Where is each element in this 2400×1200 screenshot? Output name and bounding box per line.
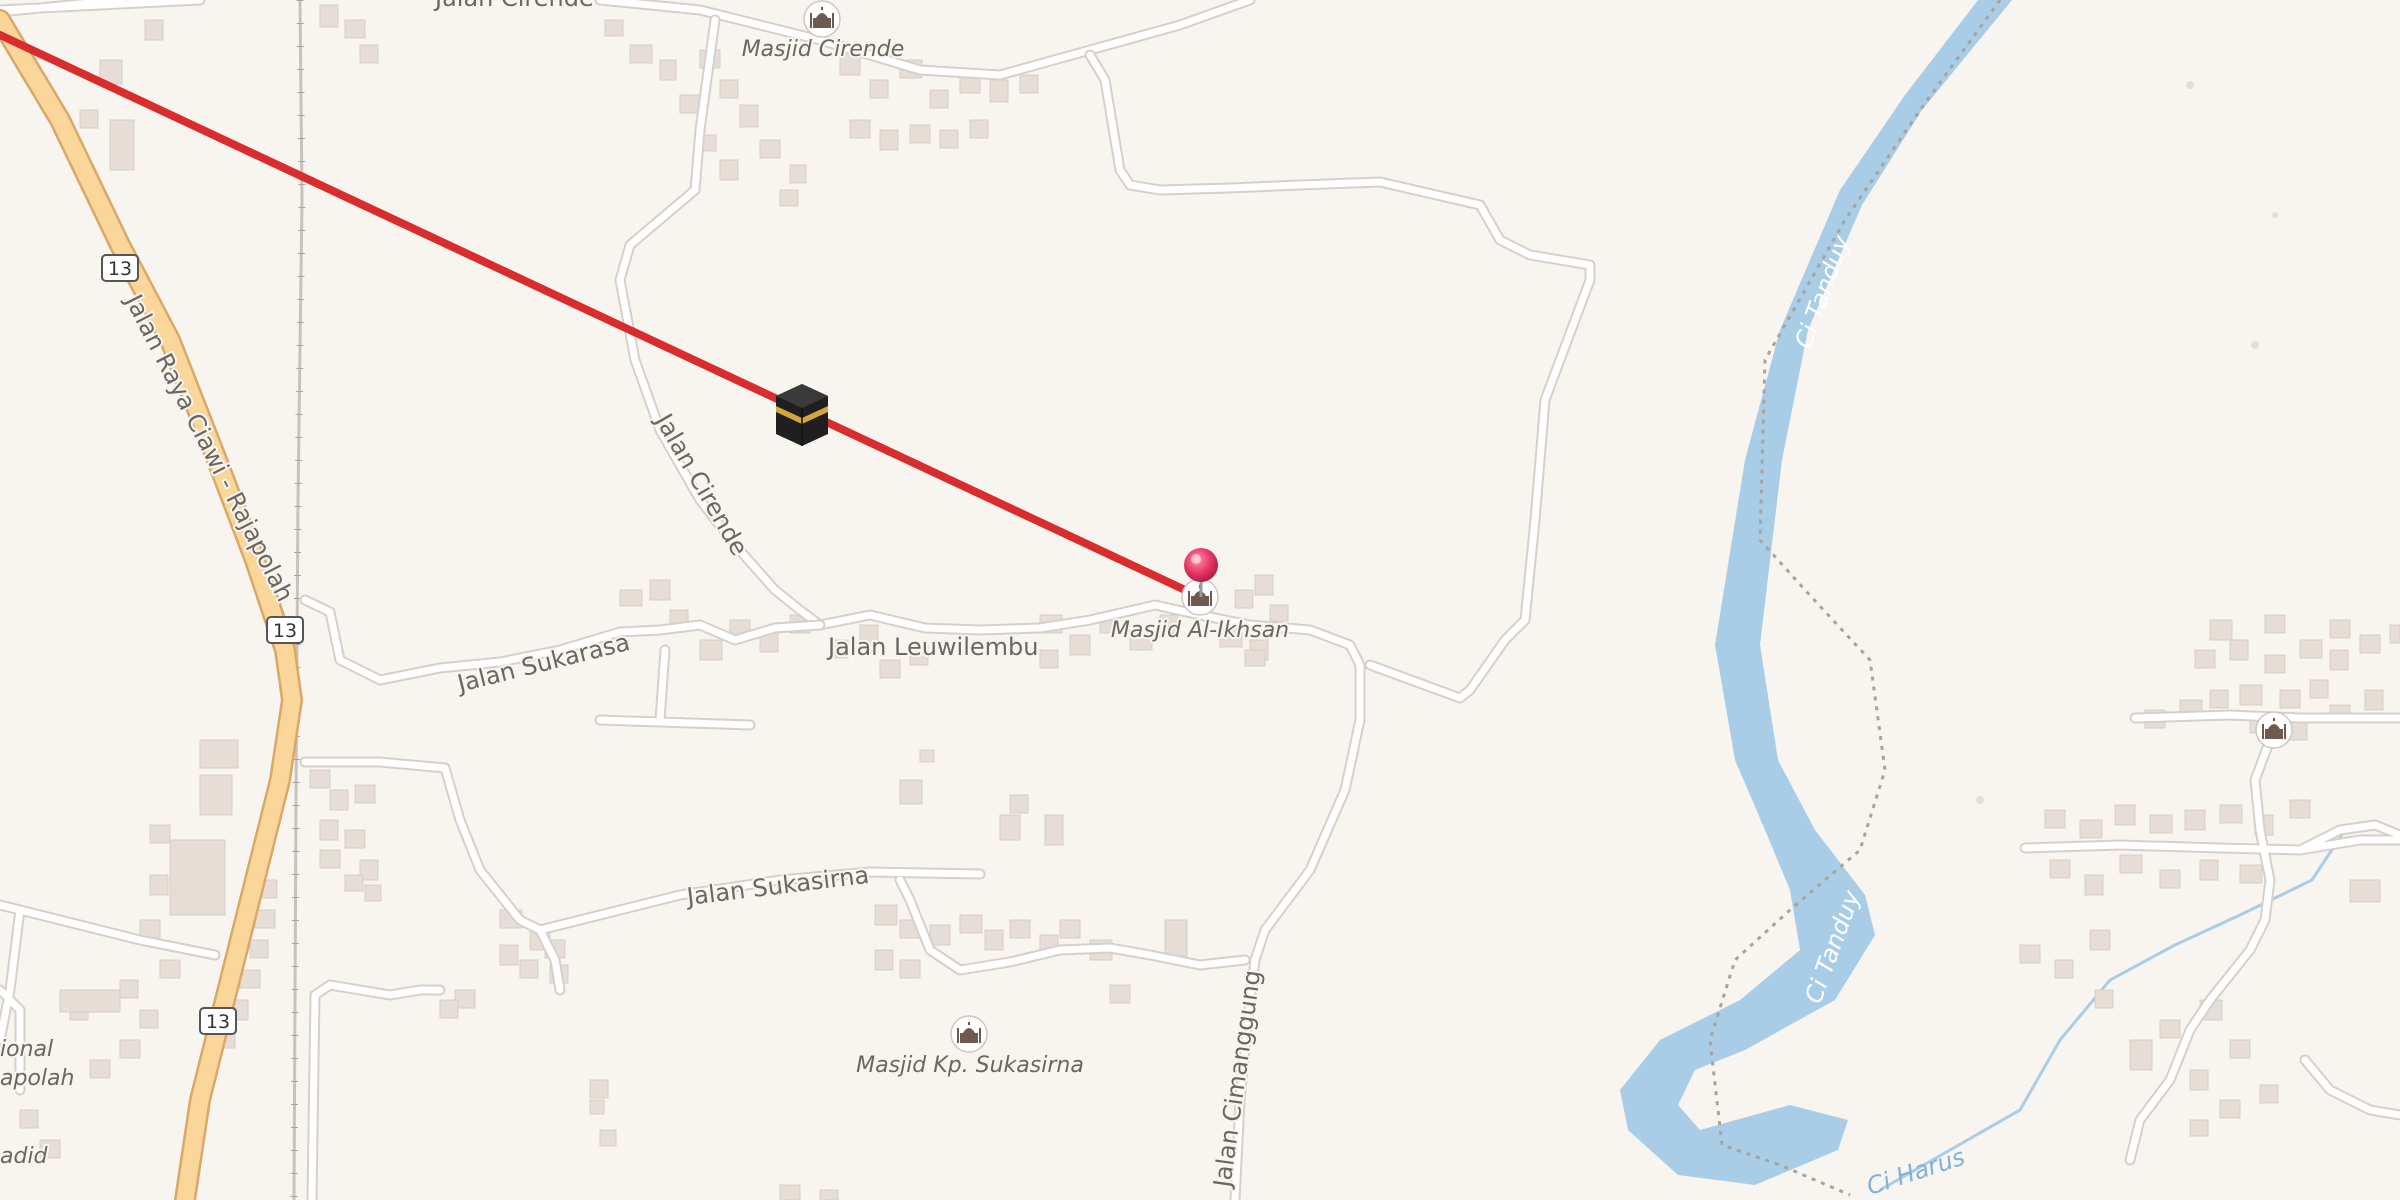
poi-label-masjid-cirende[interactable]: Masjid Cirende xyxy=(740,35,907,64)
mosque-icon[interactable] xyxy=(950,1015,988,1053)
mosque-icon[interactable] xyxy=(2255,711,2293,749)
map-canvas[interactable]: 13 13 13 Jalan Raya Ciawi - Rajapolah Ja… xyxy=(0,0,2400,1200)
svg-text:13: 13 xyxy=(206,1011,230,1033)
map-dot xyxy=(1976,796,1984,804)
route-shield: 13 xyxy=(266,616,304,644)
map-dot xyxy=(2272,212,2278,218)
map-dot xyxy=(2186,81,2194,89)
map-dot xyxy=(2251,341,2259,349)
poi-label-masjid-al-ikhsan[interactable]: Masjid Al-Ikhsan xyxy=(1109,616,1291,645)
route-shield: 13 xyxy=(101,254,139,282)
mosque-icon[interactable] xyxy=(803,0,841,38)
route-shield: 13 xyxy=(199,1007,237,1035)
svg-text:13: 13 xyxy=(273,620,297,642)
svg-text:13: 13 xyxy=(108,258,132,280)
kaaba-icon[interactable] xyxy=(776,384,828,446)
partial-place-label: apolah xyxy=(0,1066,74,1091)
poi-label-masjid-kp-sukasirna[interactable]: Masjid Kp. Sukasirna xyxy=(854,1051,1086,1080)
road-label-jalan-leuwilembu: Jalan Leuwilembu xyxy=(826,633,1038,661)
partial-place-label: adid xyxy=(0,1144,49,1169)
road-label-jalan-cirende-top: Jalan Cirende xyxy=(433,0,594,12)
partial-place-label: ional xyxy=(0,1037,53,1062)
